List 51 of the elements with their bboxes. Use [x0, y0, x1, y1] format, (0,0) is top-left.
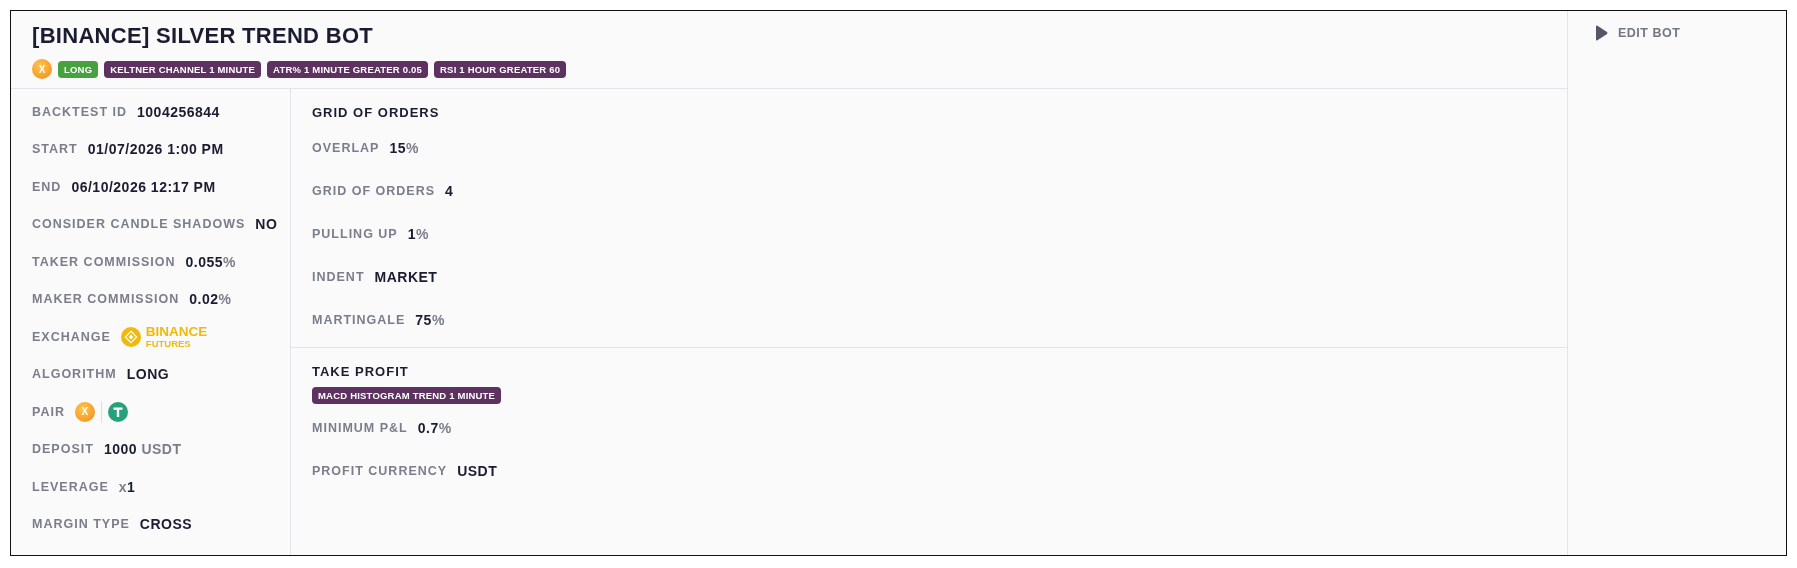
- condition-tag: MACD HISTOGRAM TREND 1 MINUTE: [312, 387, 502, 404]
- field-value: CROSS: [139, 516, 193, 533]
- field-label: ALGORITHM: [32, 367, 117, 382]
- field-label: PULLING UP: [312, 226, 398, 241]
- field-label: OVERLAP: [312, 140, 380, 155]
- field-value: 15%: [389, 139, 419, 156]
- field-value: 06/10/2026 12:17 PM: [71, 178, 216, 195]
- field-value: 0.7%: [417, 419, 452, 436]
- field-value: LONG: [126, 366, 170, 383]
- section-title: GRID OF ORDERS: [312, 105, 441, 120]
- section-title: TAKE PROFIT: [312, 364, 410, 379]
- field-value: 1000 USDT: [103, 441, 182, 458]
- field-label: BACKTEST ID: [32, 104, 128, 119]
- coin-icon: X: [74, 401, 95, 422]
- field-label: MARGIN TYPE: [32, 517, 130, 532]
- exchange-name: BINANCE FUTURES: [145, 325, 208, 349]
- field-value: MARKET: [374, 268, 438, 285]
- field-label: START: [32, 142, 78, 157]
- field-value: 1004256844: [137, 103, 220, 120]
- condition-tag: KELTNER CHANNEL 1 MINUTE: [104, 60, 262, 78]
- tether-icon: [107, 401, 128, 422]
- field-label: MAKER COMMISSION: [32, 292, 180, 307]
- coin-icon: X: [32, 59, 52, 79]
- field-value: USDT: [457, 462, 498, 479]
- field-label: PAIR: [32, 404, 65, 419]
- field-value: NO: [255, 216, 278, 233]
- field-value: 01/07/2026 1:00 PM: [87, 141, 224, 158]
- field-label: CONSIDER CANDLE SHADOWS: [32, 217, 246, 232]
- field-label: DEPOSIT: [32, 442, 94, 457]
- field-value: 4: [445, 182, 454, 199]
- field-value: x1: [118, 478, 136, 495]
- field-value: 0.055%: [185, 253, 237, 270]
- field-label: EXCHANGE: [32, 329, 111, 344]
- play-icon: [1594, 25, 1608, 41]
- edit-button[interactable]: EDIT BOT: [1594, 25, 1681, 41]
- bot-title: [BINANCE] SILVER TREND BOT: [32, 23, 375, 49]
- field-value: 75%: [415, 311, 445, 328]
- condition-tag: ATR% 1 MINUTE GREATER 0.05: [267, 60, 429, 78]
- field-label: MARTINGALE: [312, 312, 406, 327]
- field-label: INDENT: [312, 269, 365, 284]
- field-label: GRID OF ORDERS: [312, 183, 436, 198]
- field-label: END: [32, 179, 62, 194]
- field-label: TAKER COMMISSION: [32, 254, 176, 269]
- direction-tag: LONG: [58, 60, 99, 78]
- field-value: 0.02%: [189, 291, 232, 308]
- field-label: MINIMUM P&L: [312, 420, 408, 435]
- field-value: 1%: [407, 225, 429, 242]
- field-label: LEVERAGE: [32, 479, 109, 494]
- exchange-logo-icon: [120, 326, 141, 347]
- field-label: PROFIT CURRENCY: [312, 463, 448, 478]
- condition-tag: RSI 1 HOUR GREATER 60: [434, 60, 567, 78]
